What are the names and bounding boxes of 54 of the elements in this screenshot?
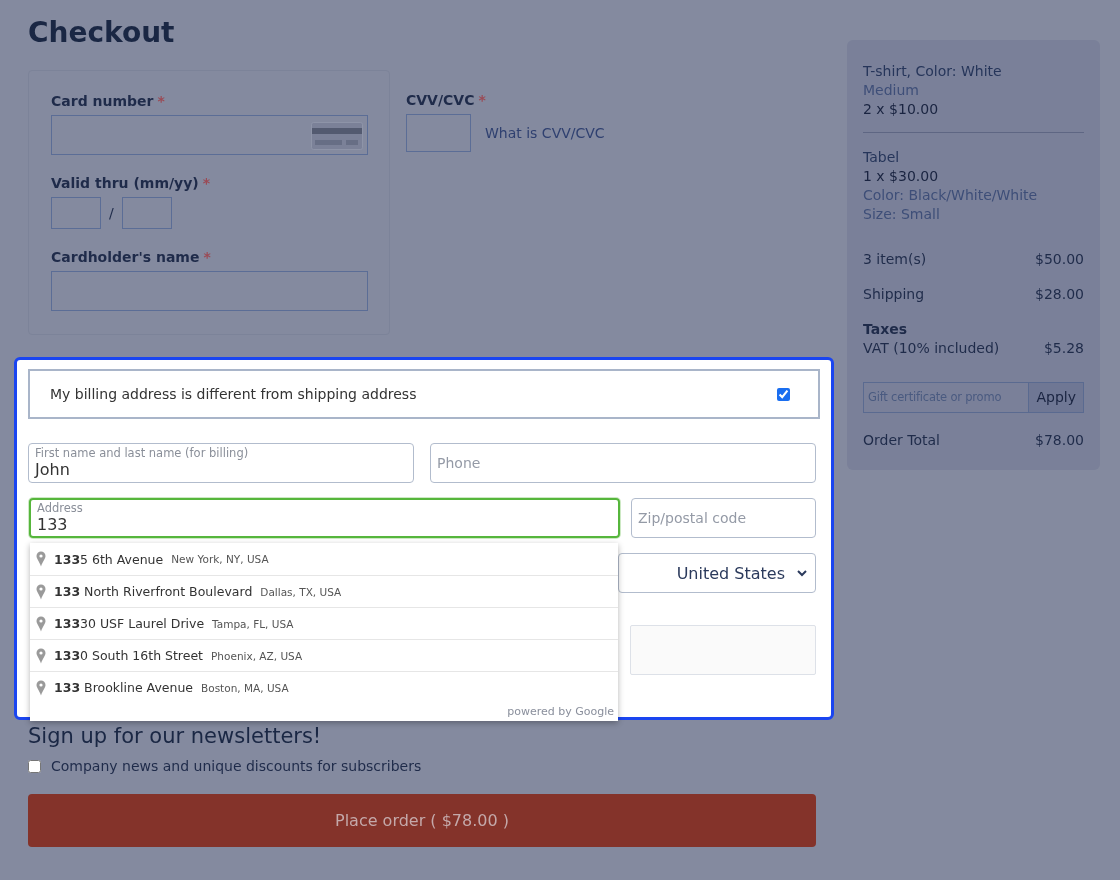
required-mark: * [203,249,211,265]
map-pin-icon [36,615,46,632]
newsletter-heading: Sign up for our newsletters! [28,724,323,748]
name-field[interactable]: First name and last name (for billing) John [28,443,414,483]
suggestion-item[interactable]: 1335 6th Avenue New York, NY, USA [30,543,618,575]
billing-toggle-label: My billing address is different from shipping address [50,386,417,402]
page-title: Checkout [28,16,176,50]
total-amount: $78.00 [1035,431,1084,450]
suggestion-item[interactable]: 133 North Riverfront Boulevard Dallas, TX, USA [30,575,618,607]
cvv-field[interactable] [406,114,471,152]
required-mark: * [202,175,211,191]
billing-checkbox[interactable] [777,387,790,401]
newsletter-checkbox[interactable] [28,759,41,773]
cardholder-field[interactable] [51,271,368,311]
map-pin-icon [36,583,46,600]
product-name: T-shirt, Color: White [863,62,1003,81]
total-label: 3 item(s) [863,250,927,269]
suggestion-item[interactable]: 133 Brookline Avenue Boston, MA, USA [30,671,618,703]
total-amount: $50.00 [1035,250,1084,269]
suggestion-item[interactable]: 13330 USF Laurel Drive Tampa, FL, USA [30,607,618,639]
total-label: Shipping [863,285,925,304]
product-quantity: 2 x $10.00 [863,100,940,119]
input-field[interactable] [630,625,816,675]
map-pin-icon [36,679,46,696]
field-label: CVV/CVC [406,92,475,108]
total-amount: $28.00 [1035,285,1084,304]
total-label: Order Total [863,431,940,450]
card-number-field[interactable] [51,115,368,155]
total-amount: $5.28 [1043,339,1084,358]
taxes-heading: Taxes [863,320,909,339]
place-order-button[interactable]: Place order ( $78.00 ) [28,794,816,847]
date-separator: / [109,205,114,221]
year-field[interactable] [121,197,172,229]
field-label: Valid thru (mm/yy) [51,175,199,191]
required-mark: * [478,92,486,108]
product-variant: Color: Black/White/White [863,186,1039,205]
chevron-down-icon [797,569,807,577]
attribution-text: powered by Google [507,705,614,718]
newsletter-option-label: Company news and unique discounts for subscribers [51,758,422,774]
field-label: Cardholder's name [51,249,200,265]
country-select[interactable]: United States [618,553,816,593]
field-label: Card number [51,93,154,109]
total-label: VAT (10% included) [863,339,1000,358]
product-name: Tabel [863,148,901,167]
map-pin-icon [36,647,46,664]
month-field[interactable] [51,197,101,229]
required-mark: * [157,93,165,109]
product-variant: Medium [863,81,920,100]
credit-card-icon [311,122,363,150]
product-quantity: 1 x $30.00 [863,167,940,186]
map-pin-icon [36,551,46,567]
product-variant: Size: Small [863,205,941,224]
address-field[interactable]: Address 133 [29,498,620,538]
suggestion-item[interactable]: 1330 South 16th Street Phoenix, AZ, USA [30,639,618,671]
